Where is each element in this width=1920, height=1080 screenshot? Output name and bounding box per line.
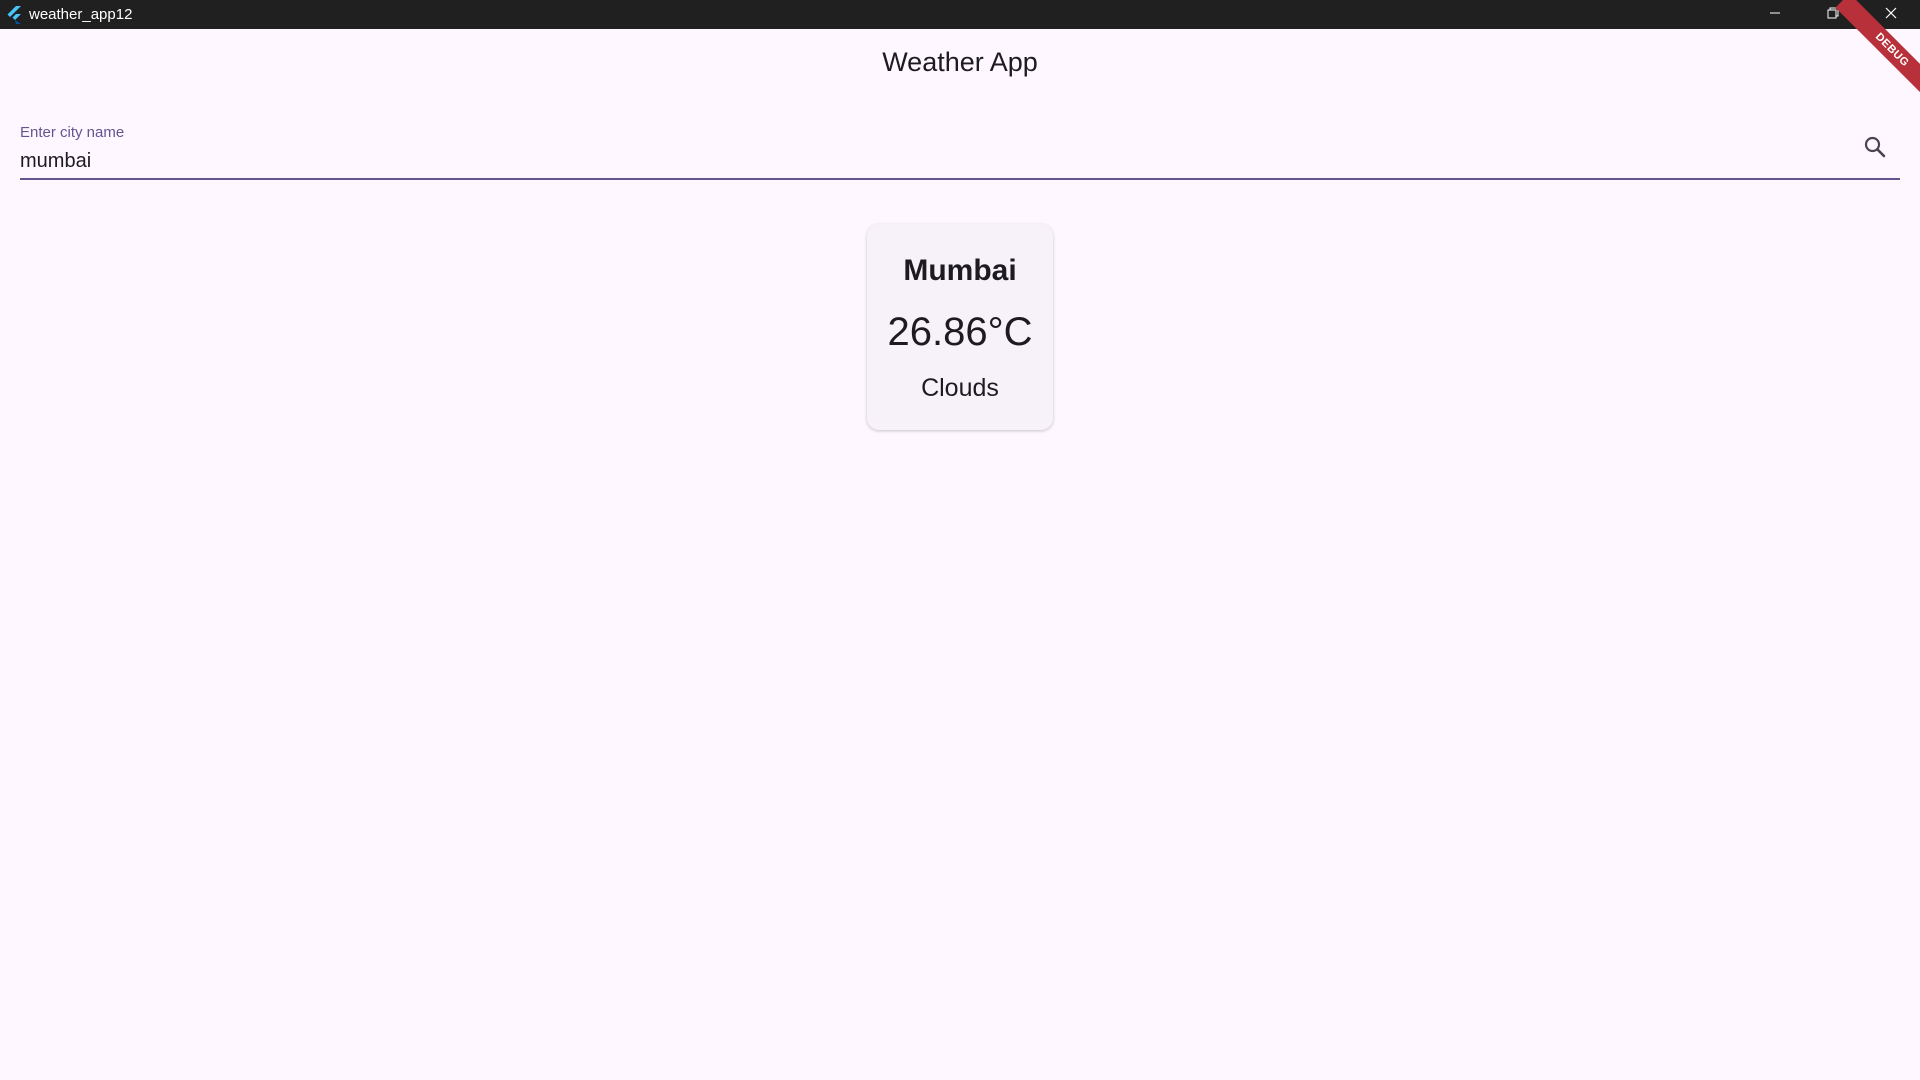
weather-condition: Clouds: [921, 374, 999, 402]
temperature: 26.86°C: [887, 310, 1033, 354]
flutter-logo-icon: [4, 5, 24, 25]
app-window: weather_app12 Weather App DEBUG Enter ci…: [0, 0, 1920, 1080]
city-search-field[interactable]: Enter city name: [20, 120, 1900, 180]
city-name: Mumbai: [903, 254, 1017, 287]
restore-button[interactable]: [1804, 0, 1862, 29]
close-button[interactable]: [1862, 0, 1920, 29]
minimize-icon: [1769, 6, 1781, 24]
weather-card: Mumbai 26.86°C Clouds: [867, 224, 1053, 430]
city-input[interactable]: [20, 148, 1820, 174]
restore-icon: [1827, 6, 1839, 24]
close-icon: [1885, 6, 1897, 24]
window-titlebar[interactable]: weather_app12: [0, 0, 1920, 29]
search-icon: [1863, 135, 1887, 164]
window-title: weather_app12: [29, 6, 133, 23]
city-input-label: Enter city name: [20, 124, 125, 141]
page-title: Weather App: [882, 47, 1038, 77]
search-button[interactable]: [1860, 134, 1890, 164]
window-controls: [1746, 0, 1920, 29]
minimize-button[interactable]: [1746, 0, 1804, 29]
